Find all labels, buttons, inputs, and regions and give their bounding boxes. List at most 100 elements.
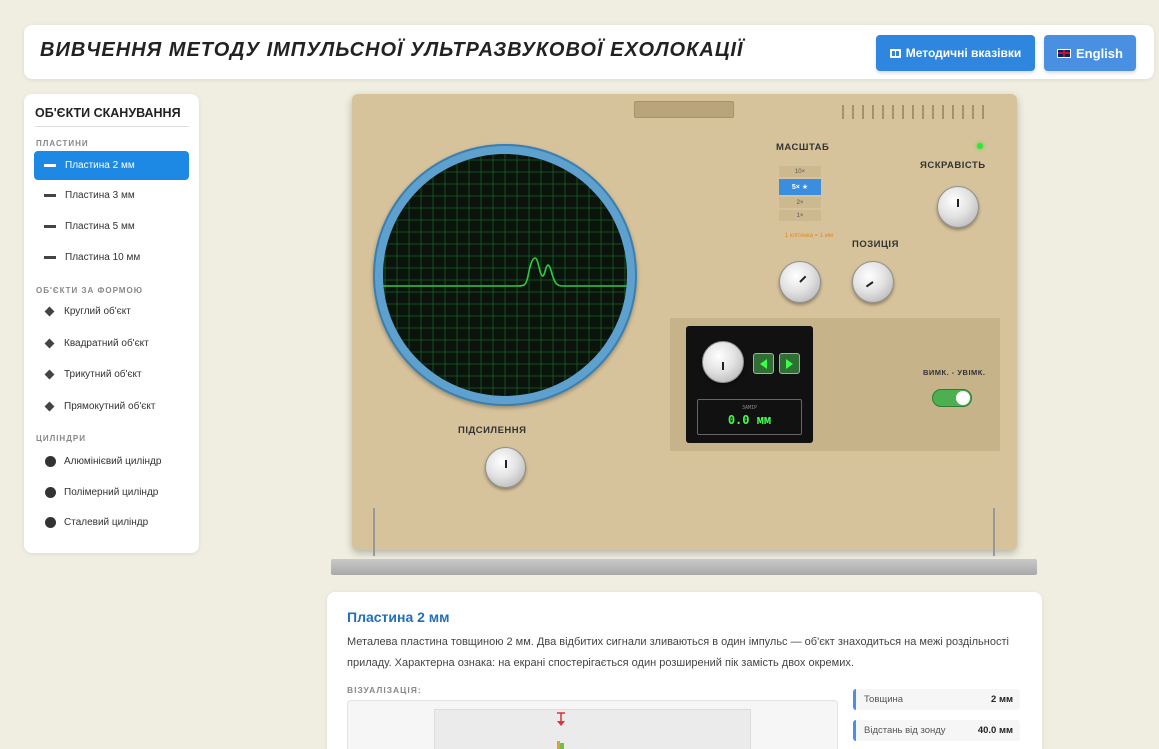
- visualization-area: [347, 700, 838, 749]
- object-title: Пластина 2 мм: [347, 609, 450, 625]
- object-description: Металева пластина товщиною 2 мм. Два від…: [347, 636, 1009, 669]
- sidebar-item-plate-2mm[interactable]: Пластина 2 мм: [34, 151, 189, 180]
- section-label-cylinders: ЦИЛІНДРИ: [36, 434, 86, 443]
- diamond-icon: [44, 306, 55, 317]
- sidebar-item-polymer-cylinder[interactable]: Полімерний циліндр: [34, 478, 189, 507]
- diamond-icon: [44, 401, 55, 412]
- language-button-label: English: [1076, 45, 1123, 61]
- scale-option-1x[interactable]: 1×: [779, 210, 821, 221]
- scale-option-10x[interactable]: 10×: [779, 166, 821, 177]
- sidebar-item-plate-3mm[interactable]: Пластина 3 мм: [34, 181, 189, 210]
- device-leg-left: [373, 508, 375, 556]
- sidebar-item-label: Пластина 10 мм: [65, 252, 141, 263]
- cylinder-icon: [45, 487, 56, 498]
- cylinder-icon: [45, 517, 56, 528]
- sidebar-item-label: Пластина 3 мм: [65, 190, 135, 201]
- diamond-icon: [44, 338, 55, 349]
- power-toggle[interactable]: [932, 389, 972, 407]
- sidebar-item-steel-cylinder[interactable]: Сталевий циліндр: [34, 508, 189, 537]
- readout-label: ЗАМІР: [741, 405, 758, 411]
- book-icon: [889, 48, 901, 58]
- readout-value: 0.0 мм: [727, 413, 772, 427]
- plate-icon: [44, 256, 56, 259]
- scale-selector[interactable]: 10× 5× ★ 2× 1×: [779, 166, 821, 223]
- arrow-left-icon: [760, 358, 767, 369]
- sidebar-item-label: Трикутний об'єкт: [64, 369, 142, 380]
- measurement-readout: ЗАМІР 0.0 мм: [697, 399, 802, 435]
- plate-icon: [44, 225, 56, 228]
- device-shelf: [331, 559, 1037, 575]
- cylinder-icon: [45, 456, 56, 467]
- plate-icon: [44, 164, 56, 167]
- knob-mark: [865, 281, 874, 288]
- brightness-label: ЯСКРАВІСТЬ: [920, 160, 986, 171]
- section-label-plates: ПЛАСТИНИ: [36, 139, 89, 148]
- sidebar-item-label: Квадратний об'єкт: [64, 338, 149, 349]
- language-button[interactable]: English: [1044, 35, 1136, 71]
- visualization-graphic: [557, 712, 565, 749]
- position-knob[interactable]: [852, 261, 894, 303]
- gain-knob[interactable]: [485, 447, 526, 488]
- plate-marker-orange: [557, 741, 560, 749]
- measurement-module: ЗАМІР 0.0 мм: [686, 326, 813, 443]
- oscilloscope-display: [383, 154, 627, 396]
- property-distance: Відстань від зонду 40.0 мм: [853, 720, 1020, 741]
- scale-option-2x[interactable]: 2×: [779, 197, 821, 208]
- device-vent: [842, 105, 992, 119]
- sidebar-item-label: Прямокутний об'єкт: [64, 401, 156, 412]
- uk-flag-icon: [1057, 48, 1072, 58]
- property-value: 40.0 мм: [977, 725, 1013, 736]
- section-label-shapes: ОБ'ЄКТИ ЗА ФОРМОЮ: [36, 286, 143, 295]
- ultrasound-device: МАСШТАБ 10× 5× ★ 2× 1× 1 клітинка = 1 мм…: [352, 94, 1017, 556]
- sidebar-item-triangle-object[interactable]: Трикутний об'єкт: [34, 360, 189, 389]
- sidebar-item-plate-5mm[interactable]: Пластина 5 мм: [34, 212, 189, 241]
- device-slot: [634, 101, 734, 118]
- arrow-right-icon: [786, 358, 793, 369]
- sidebar-item-plate-10mm[interactable]: Пластина 10 мм: [34, 243, 189, 272]
- property-value: 2 мм: [991, 694, 1013, 705]
- property-key: Відстань від зонду: [864, 725, 946, 736]
- oscilloscope-screen: [383, 154, 627, 396]
- position-label: ПОЗИЦІЯ: [852, 239, 899, 250]
- sidebar-item-square-object[interactable]: Квадратний об'єкт: [34, 329, 189, 358]
- visualization-canvas: [434, 709, 751, 749]
- brightness-knob[interactable]: [937, 186, 979, 228]
- measure-left-button[interactable]: [753, 353, 774, 374]
- objects-sidebar: ОБ'ЄКТИ СКАНУВАННЯ ПЛАСТИНИ Пластина 2 м…: [24, 94, 199, 553]
- sidebar-item-round-object[interactable]: Круглий об'єкт: [34, 297, 189, 326]
- sidebar-item-label: Полімерний циліндр: [64, 487, 159, 498]
- visualization-label: ВІЗУАЛІЗАЦІЯ:: [347, 685, 422, 695]
- sidebar-item-label: Сталевий циліндр: [64, 517, 149, 528]
- oscilloscope-bezel: [373, 144, 637, 406]
- gain-label: ПІДСИЛЕННЯ: [458, 425, 527, 436]
- sidebar-item-label: Пластина 2 мм: [65, 160, 135, 171]
- object-info-card: Пластина 2 мм Металева пластина товщиною…: [327, 592, 1042, 749]
- measure-knob[interactable]: [702, 341, 744, 383]
- sidebar-item-label: Круглий об'єкт: [64, 306, 131, 317]
- knob-mark: [957, 199, 959, 207]
- plate-icon: [44, 194, 56, 197]
- guide-button-label: Методичні вказівки: [905, 46, 1022, 60]
- measurement-panel: ЗАМІР 0.0 мм ВИМК. - УВІМК.: [670, 318, 1000, 451]
- plate-marker-green: [560, 743, 564, 749]
- sidebar-item-aluminum-cylinder[interactable]: Алюмінієвий циліндр: [34, 447, 189, 476]
- scale-option-5x[interactable]: 5× ★: [779, 179, 821, 195]
- property-key: Товщина: [864, 694, 904, 705]
- device-leg-right: [993, 508, 995, 556]
- measure-right-button[interactable]: [779, 353, 800, 374]
- sidebar-item-label: Алюмінієвий циліндр: [64, 456, 162, 467]
- guide-button[interactable]: Методичні вказівки: [876, 35, 1035, 71]
- toggle-thumb: [956, 391, 970, 405]
- power-led: [977, 143, 983, 149]
- sidebar-item-rectangle-object[interactable]: Прямокутний об'єкт: [34, 392, 189, 421]
- knob-mark: [799, 275, 807, 283]
- knob-mark: [504, 459, 507, 468]
- header-bar: ВИВЧЕННЯ МЕТОДУ ІМПУЛЬСНОЇ УЛЬТРАЗВУКОВО…: [24, 25, 1154, 79]
- scale-knob[interactable]: [779, 261, 821, 303]
- sidebar-item-label: Пластина 5 мм: [65, 221, 135, 232]
- scale-label: МАСШТАБ: [776, 142, 830, 153]
- knob-mark: [722, 362, 724, 370]
- diamond-icon: [44, 369, 55, 380]
- sidebar-title: ОБ'ЄКТИ СКАНУВАННЯ: [35, 106, 189, 127]
- page-title: ВИВЧЕННЯ МЕТОДУ ІМПУЛЬСНОЇ УЛЬТРАЗВУКОВО…: [40, 39, 744, 61]
